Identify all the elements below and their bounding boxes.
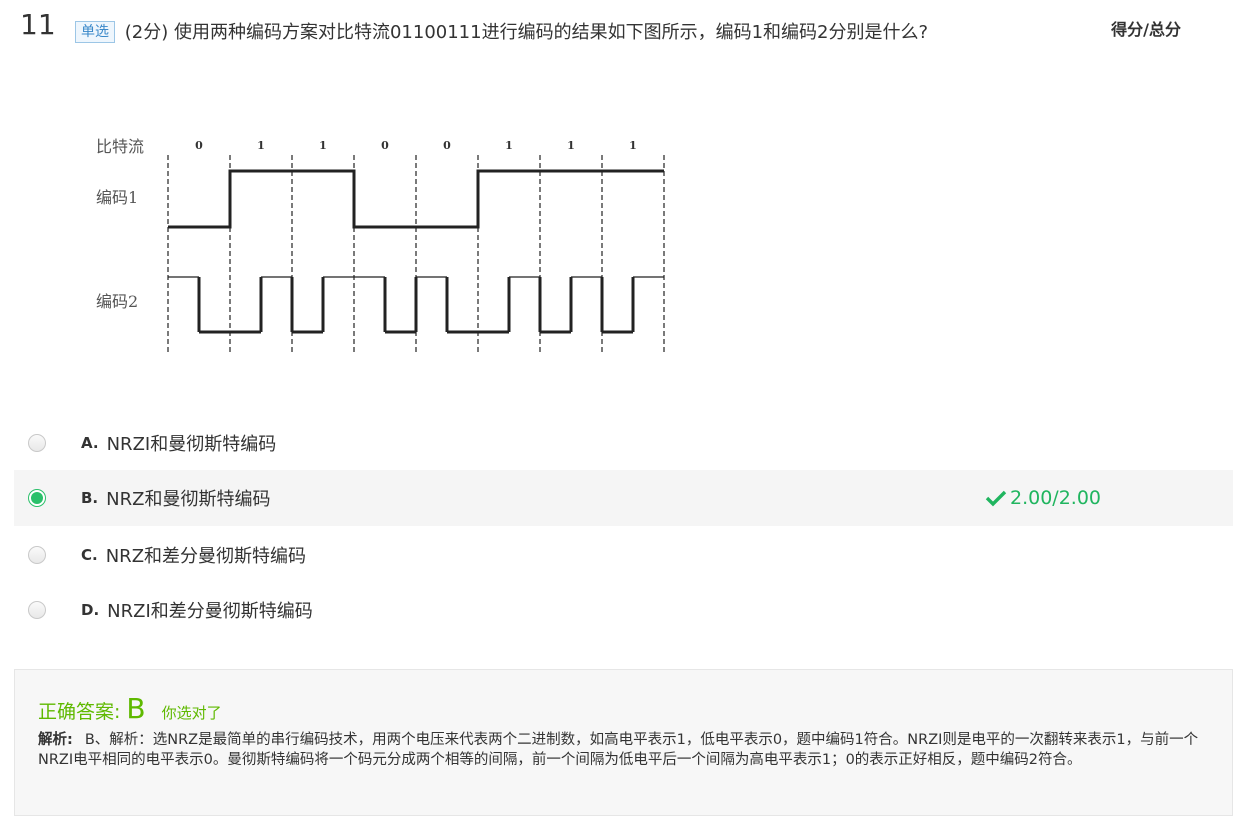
option-a-radio[interactable] xyxy=(28,434,46,452)
option-c-text: NRZ和差分曼彻斯特编码 xyxy=(105,546,307,567)
option-b-text: NRZ和曼彻斯特编码 xyxy=(106,489,271,510)
option-c[interactable]: C. NRZ和差分曼彻斯特编码 xyxy=(14,527,1233,583)
question-stem-block: 单选 (2分) 使用两种编码方案对比特流01100111进行编码的结果如下图所示… xyxy=(75,14,955,52)
correct-answer-line: 正确答案: B 你选对了 xyxy=(38,692,222,725)
option-b[interactable]: B. NRZ和曼彻斯特编码 2.00/2.00 xyxy=(14,470,1233,526)
score-header: 得分/总分 xyxy=(1111,20,1181,39)
option-d-letter: D. xyxy=(81,601,100,619)
bit-label: 0 xyxy=(195,139,203,152)
bit-label: 1 xyxy=(257,139,265,152)
option-c-letter: C. xyxy=(81,546,98,564)
bit-label: 1 xyxy=(629,139,637,152)
option-d-text: NRZI和差分曼彻斯特编码 xyxy=(107,601,313,622)
bit-label: 0 xyxy=(443,139,451,152)
correct-answer-title: 正确答案: xyxy=(38,701,121,723)
option-d-radio[interactable] xyxy=(28,601,46,619)
option-b-score-value: 2.00/2.00 xyxy=(1010,487,1102,509)
answer-panel: 正确答案: B 你选对了 解析: B、解析：选NRZ是最简单的串行编码技术，用两个… xyxy=(14,669,1233,816)
row-label-code2: 编码2 xyxy=(96,292,138,311)
bit-label: 1 xyxy=(319,139,327,152)
option-a[interactable]: A. NRZI和曼彻斯特编码 xyxy=(14,415,1233,471)
correct-answer-note: 你选对了 xyxy=(161,704,222,722)
option-b-letter: B. xyxy=(81,489,99,507)
bit-label: 1 xyxy=(567,139,575,152)
row-label-code1: 编码1 xyxy=(96,188,138,207)
row-label-bitstream: 比特流 xyxy=(96,137,144,156)
encoding-diagram: 比特流 编码1 编码2 0 1 1 0 0 1 1 1 xyxy=(96,137,665,353)
option-b-radio[interactable] xyxy=(28,489,46,507)
analysis-text: B、解析：选NRZ是最简单的串行编码技术，用两个电压来代表两个二进制数，如高电平… xyxy=(38,732,1199,768)
bit-label: 1 xyxy=(505,139,513,152)
analysis: 解析: B、解析：选NRZ是最简单的串行编码技术，用两个电压来代表两个二进制数，如… xyxy=(38,730,1213,770)
question-type-badge: 单选 xyxy=(75,21,115,43)
question-points: (2分) xyxy=(124,22,169,43)
question-number: 11 xyxy=(20,8,56,41)
option-c-radio[interactable] xyxy=(28,546,46,564)
option-a-letter: A. xyxy=(81,434,99,452)
analysis-label: 解析: xyxy=(38,732,73,748)
option-a-text: NRZI和曼彻斯特编码 xyxy=(106,434,277,455)
bit-label: 0 xyxy=(381,139,389,152)
correct-answer-letter: B xyxy=(126,692,146,725)
question-stem: 使用两种编码方案对比特流01100111进行编码的结果如下图所示，编码1和编码2… xyxy=(173,22,929,43)
check-icon xyxy=(985,490,1007,507)
option-b-score: 2.00/2.00 xyxy=(985,487,1101,509)
option-d[interactable]: D. NRZI和差分曼彻斯特编码 xyxy=(14,582,1233,638)
